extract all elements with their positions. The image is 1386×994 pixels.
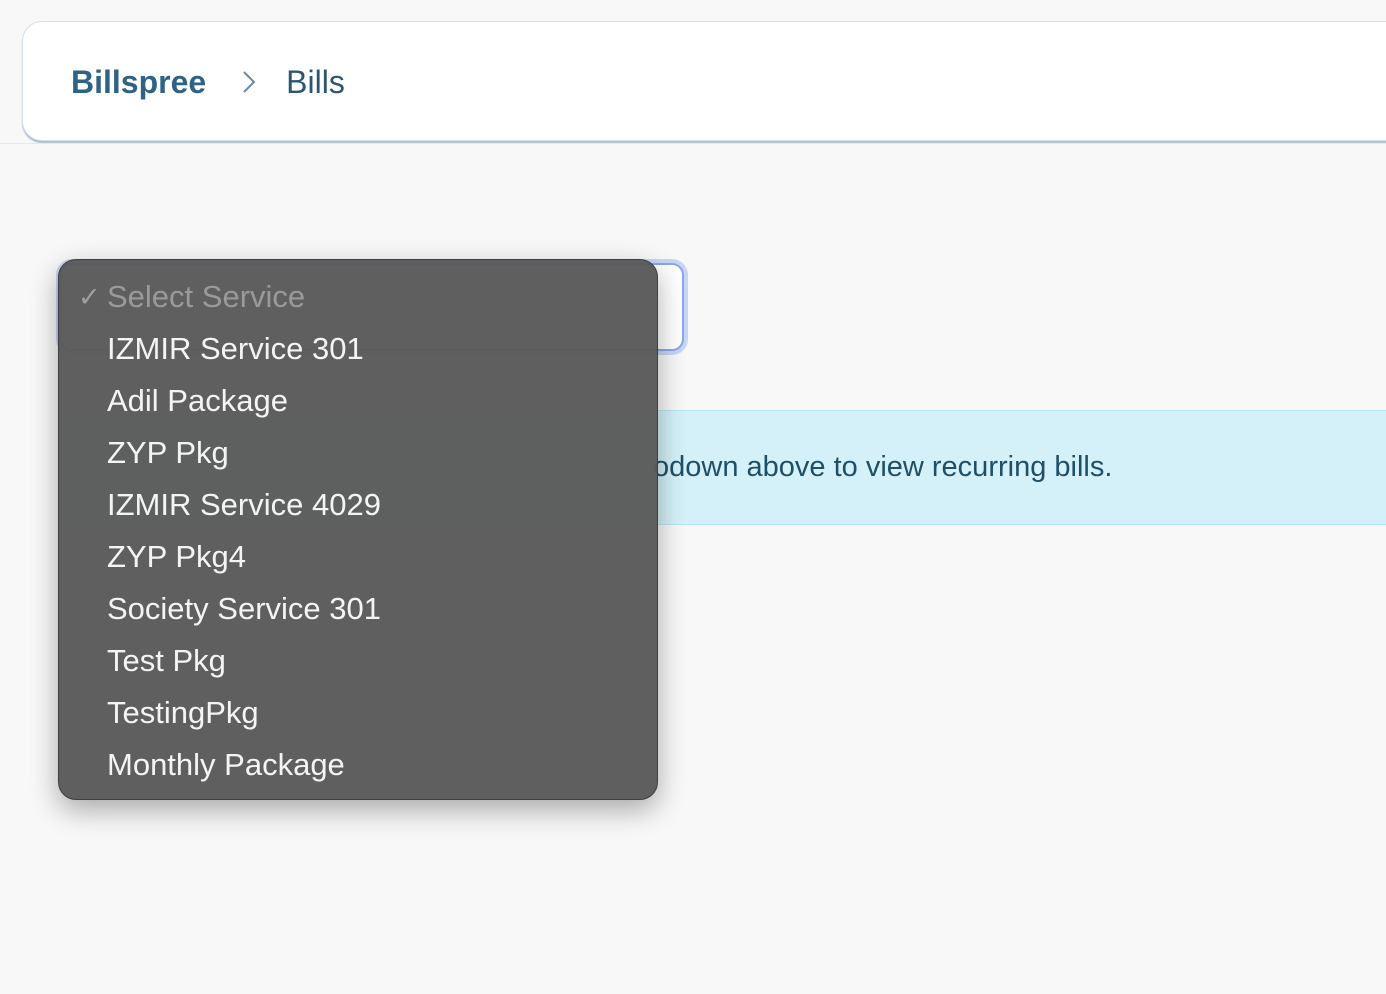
breadcrumb-current-page: Bills (286, 63, 345, 100)
dropdown-option-label: Society Service 301 (107, 591, 381, 626)
dropdown-option-zyp-pkg4[interactable]: ZYP Pkg4 (59, 531, 657, 583)
dropdown-option-label: Monthly Package (107, 747, 345, 782)
dropdown-option-label: TestingPkg (107, 695, 259, 730)
info-alert-visible-text: odown above to view recurring bills. (653, 451, 1113, 483)
dropdown-option-select-service[interactable]: ✓ Select Service (59, 271, 657, 323)
page: Billspree Bills odown above to view recu… (0, 0, 1386, 994)
dropdown-option-label: ZYP Pkg (107, 435, 229, 470)
dropdown-option-adil-package[interactable]: Adil Package (59, 375, 657, 427)
header-card: Billspree Bills (22, 21, 1386, 141)
dropdown-option-monthly-package[interactable]: Monthly Package (59, 739, 657, 791)
checkmark-icon: ✓ (78, 282, 101, 312)
service-dropdown-menu[interactable]: ✓ Select Service IZMIR Service 301 Adil … (58, 259, 658, 800)
dropdown-option-test-pkg[interactable]: Test Pkg (59, 635, 657, 687)
dropdown-option-izmir-service-4029[interactable]: IZMIR Service 4029 (59, 479, 657, 531)
dropdown-option-label: Select Service (107, 279, 306, 314)
dropdown-option-zyp-pkg[interactable]: ZYP Pkg (59, 427, 657, 479)
chevron-right-icon (242, 70, 256, 94)
breadcrumb-app-link[interactable]: Billspree (71, 64, 206, 101)
dropdown-option-izmir-service-301[interactable]: IZMIR Service 301 (59, 323, 657, 375)
dropdown-option-label: ZYP Pkg4 (107, 539, 247, 574)
breadcrumb: Billspree Bills (71, 22, 345, 142)
dropdown-option-label: IZMIR Service 4029 (107, 487, 381, 522)
dropdown-option-label: Test Pkg (107, 643, 226, 678)
dropdown-option-label: IZMIR Service 301 (107, 331, 364, 366)
header-divider (0, 143, 1386, 144)
dropdown-option-label: Adil Package (107, 383, 288, 418)
dropdown-option-testingpkg[interactable]: TestingPkg (59, 687, 657, 739)
dropdown-option-society-service-301[interactable]: Society Service 301 (59, 583, 657, 635)
